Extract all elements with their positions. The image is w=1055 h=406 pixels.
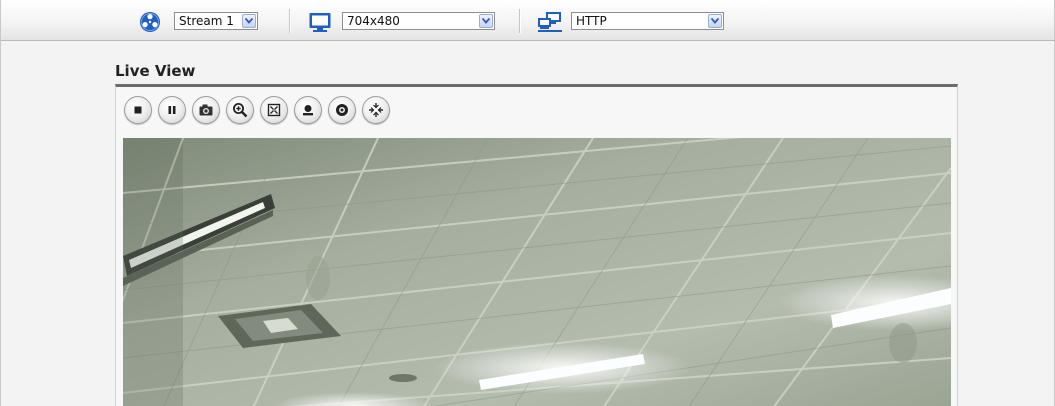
chevron-down-icon[interactable] (242, 14, 256, 28)
record-button[interactable] (294, 96, 322, 124)
digital-zoom-button[interactable] (226, 96, 254, 124)
camera-icon (199, 104, 213, 116)
resolution-select[interactable]: 704x480 (342, 12, 495, 30)
view-size-button[interactable] (362, 96, 390, 124)
speaker-icon (336, 104, 348, 116)
fullscreen-icon (267, 103, 281, 117)
record-icon (303, 105, 313, 116)
chevron-down-icon[interactable] (479, 14, 493, 28)
stream-select-value: Stream 1 (179, 14, 234, 28)
pause-icon (168, 106, 176, 114)
resize-arrows-icon (369, 103, 383, 117)
audio-button[interactable] (328, 96, 356, 124)
stop-icon (134, 106, 142, 114)
network-computers-icon (537, 11, 562, 33)
pause-button[interactable] (158, 96, 186, 124)
zoom-in-icon (233, 103, 248, 118)
protocol-select[interactable]: HTTP (571, 12, 724, 30)
live-video-feed[interactable] (123, 138, 951, 406)
top-toolbar: Stream 1 704x480 HTTP (1, 0, 1054, 41)
chevron-down-icon[interactable] (708, 14, 722, 28)
protocol-select-value: HTTP (576, 14, 607, 28)
live-view-page: Stream 1 704x480 HTTP Live View (0, 0, 1055, 406)
page-title: Live View (115, 62, 196, 80)
ceiling-camera-image (123, 138, 951, 406)
resolution-select-value: 704x480 (347, 14, 400, 28)
toolbar-divider (519, 9, 521, 33)
stop-button[interactable] (124, 96, 152, 124)
toolbar-divider (289, 9, 291, 33)
monitor-icon (308, 11, 332, 33)
snapshot-button[interactable] (192, 96, 220, 124)
stream-select[interactable]: Stream 1 (174, 12, 258, 30)
fullscreen-button[interactable] (260, 96, 288, 124)
stream-film-reel-icon (138, 11, 162, 33)
